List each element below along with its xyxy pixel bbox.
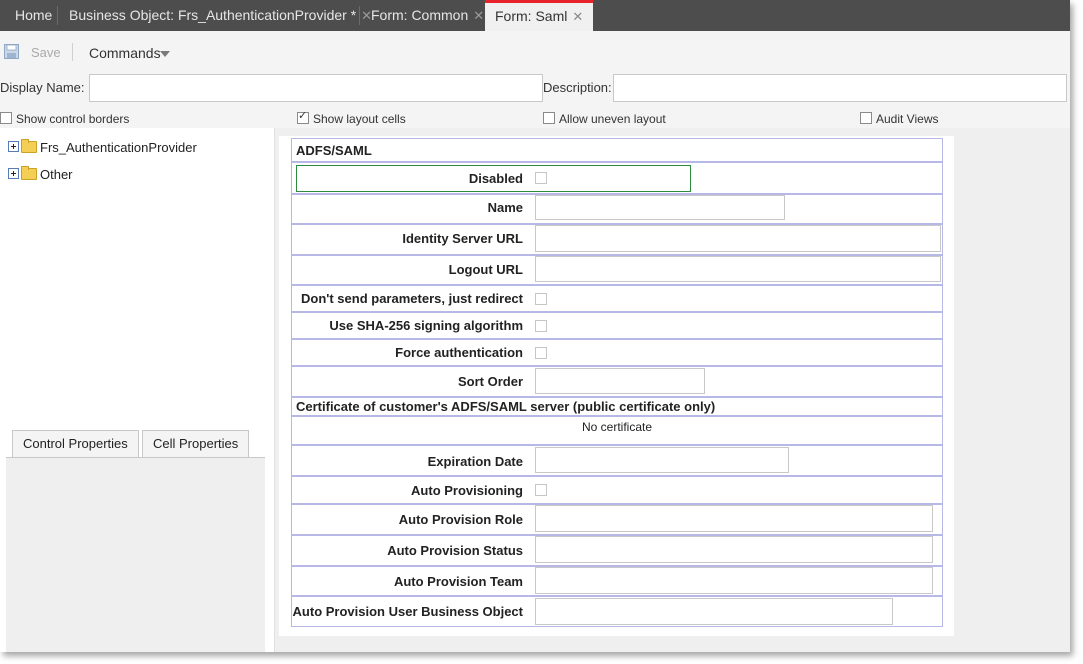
tab-form-saml[interactable]: Form: Saml ✕ xyxy=(485,0,594,31)
description-label: Description: xyxy=(543,80,612,95)
certificate-value-cell[interactable]: No certificate xyxy=(291,416,943,445)
sha256-label: Use SHA-256 signing algorithm xyxy=(329,318,523,333)
auto-provision-user-bo-label: Auto Provision User Business Object xyxy=(292,604,523,619)
certificate-header-cell[interactable]: Certificate of customer's ADFS/SAML serv… xyxy=(291,397,943,416)
properties-grid xyxy=(6,457,265,652)
name-input[interactable] xyxy=(535,195,785,220)
expand-icon[interactable] xyxy=(8,168,19,179)
layout-cell-identity-server-url[interactable]: Identity Server URL xyxy=(291,224,943,255)
tree-node-label: Frs_AuthenticationProvider xyxy=(40,140,197,155)
save-icon[interactable] xyxy=(4,44,19,59)
layout-cell-expiration-date[interactable]: Expiration Date xyxy=(291,445,943,476)
layout-cell-force-auth[interactable]: Force authentication xyxy=(291,339,943,366)
identity-server-url-label: Identity Server URL xyxy=(402,231,523,246)
identity-server-url-input[interactable] xyxy=(535,225,941,252)
tab-separator xyxy=(57,6,58,25)
show-layout-cells-option[interactable]: Show layout cells xyxy=(297,109,406,126)
layout-cell-auto-provision-role[interactable]: Auto Provision Role xyxy=(291,504,943,535)
show-layout-cells-label: Show layout cells xyxy=(313,112,406,126)
folder-icon xyxy=(21,139,37,153)
certificate-title: Certificate of customer's ADFS/SAML serv… xyxy=(296,399,716,414)
tab-business-object-label: Business Object: Frs_AuthenticationProvi… xyxy=(69,7,357,23)
display-name-label: Display Name: xyxy=(0,80,85,95)
close-icon[interactable]: ✕ xyxy=(473,8,484,23)
expiration-date-input[interactable] xyxy=(535,447,789,473)
auto-provisioning-checkbox[interactable] xyxy=(535,484,547,496)
tab-home-label: Home xyxy=(15,7,53,23)
layout-cell-sha256[interactable]: Use SHA-256 signing algorithm xyxy=(291,312,943,339)
form-header-row: Display Name: Description: xyxy=(0,72,1070,108)
auto-provisioning-label: Auto Provisioning xyxy=(411,483,523,498)
toolbar-divider xyxy=(72,43,73,61)
force-auth-label: Force authentication xyxy=(395,345,523,360)
tab-home[interactable]: Home xyxy=(15,0,52,31)
display-name-input[interactable] xyxy=(89,74,543,102)
description-input[interactable] xyxy=(613,74,1067,102)
allow-uneven-layout-option[interactable]: Allow uneven layout xyxy=(543,112,666,126)
expand-icon[interactable] xyxy=(8,141,19,152)
section-title: ADFS/SAML xyxy=(296,143,372,158)
layout-cell-auto-provision-status[interactable]: Auto Provision Status xyxy=(291,535,943,566)
logout-url-label: Logout URL xyxy=(448,262,523,277)
auto-provision-role-input[interactable] xyxy=(535,505,933,532)
auto-provision-team-label: Auto Provision Team xyxy=(393,574,523,589)
sort-order-label: Sort Order xyxy=(457,374,523,389)
dont-send-params-label: Don't send parameters, just redirect xyxy=(301,291,523,306)
auto-provision-role-label: Auto Provision Role xyxy=(398,512,523,527)
name-label: Name xyxy=(487,200,523,215)
expiration-date-label: Expiration Date xyxy=(427,454,523,469)
tree-node[interactable]: Other xyxy=(8,166,73,183)
commands-menu[interactable]: Commands xyxy=(89,45,161,61)
auto-provision-status-input[interactable] xyxy=(535,536,933,563)
auto-provision-status-label: Auto Provision Status xyxy=(387,543,523,558)
tab-form-common[interactable]: Form: Common ✕ xyxy=(371,0,484,31)
force-auth-checkbox[interactable] xyxy=(535,347,547,359)
tab-business-object[interactable]: Business Object: Frs_AuthenticationProvi… xyxy=(69,0,372,31)
tab-control-properties[interactable]: Control Properties xyxy=(12,430,139,457)
allow-uneven-layout-checkbox[interactable] xyxy=(543,112,555,124)
options-row: Show control borders Show layout cells A… xyxy=(0,108,1070,128)
auto-provision-user-bo-input[interactable] xyxy=(535,598,893,625)
toolbar: Save Commands xyxy=(0,31,1070,72)
object-tree: Frs_AuthenticationProvider Other xyxy=(0,128,274,428)
section-header-cell[interactable]: ADFS/SAML xyxy=(291,138,943,162)
layout-cell-logout-url[interactable]: Logout URL xyxy=(291,255,943,285)
show-control-borders-label: Show control borders xyxy=(16,112,130,126)
show-control-borders-option[interactable]: Show control borders xyxy=(0,112,129,126)
logout-url-input[interactable] xyxy=(535,256,941,282)
show-layout-cells-checkbox[interactable] xyxy=(297,109,309,124)
sort-order-input[interactable] xyxy=(535,368,705,394)
disabled-checkbox[interactable] xyxy=(535,172,547,184)
properties-panel: Control Properties Cell Properties xyxy=(0,428,274,652)
allow-uneven-layout-label: Allow uneven layout xyxy=(559,112,666,126)
tree-node-label: Other xyxy=(40,167,73,182)
folder-icon xyxy=(21,166,37,180)
layout-cell-auto-provision-team[interactable]: Auto Provision Team xyxy=(291,566,943,596)
tab-cell-properties[interactable]: Cell Properties xyxy=(142,430,250,457)
tab-form-common-label: Form: Common xyxy=(371,7,469,23)
sha256-checkbox[interactable] xyxy=(535,320,547,332)
disabled-label: Disabled xyxy=(468,171,523,186)
layout-cell-sort-order[interactable]: Sort Order xyxy=(291,366,943,397)
dont-send-params-checkbox[interactable] xyxy=(535,293,547,305)
tab-bar: Home Business Object: Frs_Authentication… xyxy=(0,0,1070,31)
form-designer-window: Home Business Object: Frs_Authentication… xyxy=(0,0,1070,652)
audit-views-checkbox[interactable] xyxy=(860,112,872,124)
certificate-value: No certificate xyxy=(581,420,653,434)
tree-node[interactable]: Frs_AuthenticationProvider xyxy=(8,139,197,156)
audit-views-label: Audit Views xyxy=(876,112,939,126)
audit-views-option[interactable]: Audit Views xyxy=(860,112,938,126)
show-control-borders-checkbox[interactable] xyxy=(0,112,12,124)
layout-cell-dont-send-params[interactable]: Don't send parameters, just redirect xyxy=(291,285,943,312)
tab-form-saml-label: Form: Saml xyxy=(495,8,568,24)
save-button[interactable]: Save xyxy=(31,45,61,60)
auto-provision-team-input[interactable] xyxy=(535,567,933,594)
layout-cell-auto-provisioning[interactable]: Auto Provisioning xyxy=(291,476,943,504)
layout-cell-name[interactable]: Name xyxy=(291,194,943,224)
tab-separator xyxy=(359,6,360,25)
layout-cell-disabled[interactable]: Disabled xyxy=(291,162,943,194)
layout-cell-auto-provision-user-bo[interactable]: Auto Provision User Business Object xyxy=(291,596,943,627)
close-icon[interactable]: ✕ xyxy=(572,9,583,24)
chevron-down-icon[interactable] xyxy=(160,51,170,57)
